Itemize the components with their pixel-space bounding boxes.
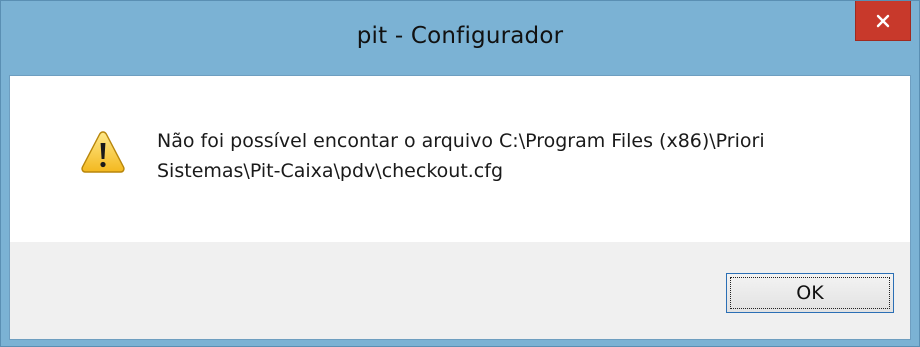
ok-button[interactable]: OK [726, 273, 894, 313]
warning-icon [81, 131, 125, 173]
close-button[interactable] [855, 1, 911, 41]
window-title: pit - Configurador [356, 23, 564, 49]
error-message: Não foi possível encontar o arquivo C:\P… [157, 126, 877, 186]
close-icon [876, 14, 890, 27]
message-line-1: Não foi possível encontar o arquivo C:\P… [157, 130, 765, 152]
message-area: Não foi possível encontar o arquivo C:\P… [10, 76, 910, 242]
ok-button-label: OK [796, 282, 824, 304]
message-line-2: Sistemas\Pit-Caixa\pdv\checkout.cfg [157, 160, 503, 182]
dialog-window: pit - Configurador Não foi possível enco… [0, 0, 920, 347]
title-bar[interactable]: pit - Configurador [1, 1, 919, 75]
dialog-body: Não foi possível encontar o arquivo C:\P… [9, 75, 911, 340]
button-bar: OK [10, 242, 910, 339]
